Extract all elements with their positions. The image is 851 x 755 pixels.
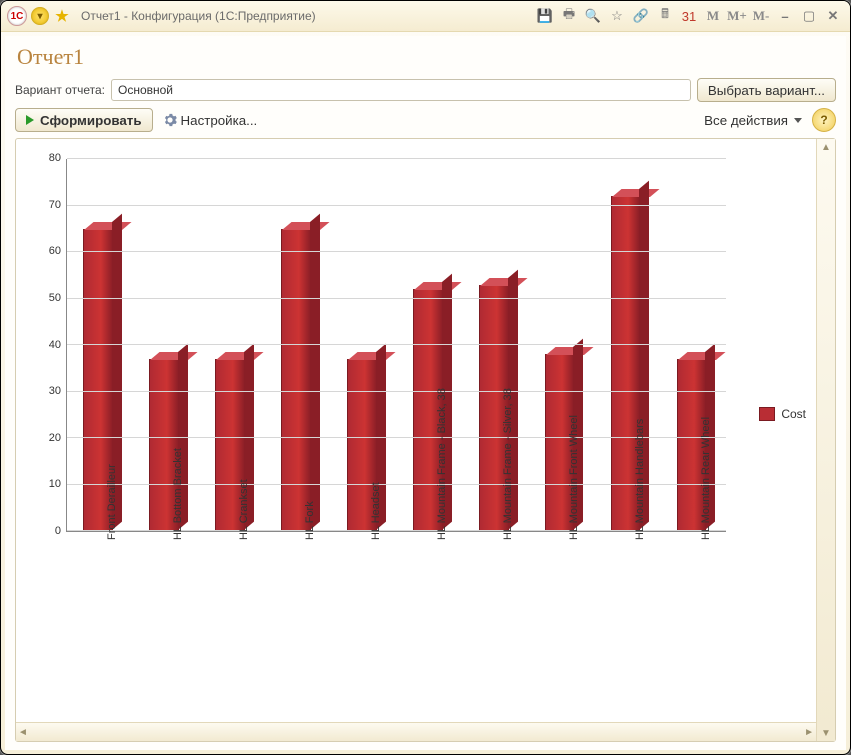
y-tick-label: 70: [31, 199, 61, 211]
window-title: Отчет1 - Конфигурация (1С:Предприятие): [81, 9, 530, 23]
settings-label: Настройка...: [181, 113, 258, 128]
all-actions-button[interactable]: Все действия: [700, 108, 806, 132]
memory-mminus-button[interactable]: M-: [750, 5, 772, 27]
horizontal-scrollbar[interactable]: ◄ ►: [16, 722, 816, 741]
app-logo-icon: 1C: [7, 6, 27, 26]
window-menu-icon[interactable]: ▾: [31, 7, 49, 25]
scroll-up-icon[interactable]: ▲: [817, 139, 835, 155]
variant-row: Вариант отчета: Выбрать вариант...: [15, 78, 836, 102]
vertical-scrollbar[interactable]: ▲ ▼: [816, 139, 835, 741]
grid-line: [67, 298, 726, 299]
scroll-right-icon[interactable]: ►: [804, 727, 814, 738]
memory-m-button[interactable]: M: [702, 5, 724, 27]
favorite-icon[interactable]: ★: [53, 7, 71, 25]
calc-icon[interactable]: 🖩: [654, 5, 676, 27]
app-window: 1C ▾ ★ Отчет1 - Конфигурация (1С:Предпри…: [0, 0, 851, 755]
save-icon[interactable]: 💾: [534, 5, 556, 27]
titlebar-tray: 💾 🖶 🔍 ☆ 🔗 🖩 31 M M+ M- – ▢ ✕: [534, 5, 844, 27]
play-icon: [26, 115, 34, 125]
memory-mplus-button[interactable]: M+: [726, 5, 748, 27]
y-tick-label: 50: [31, 292, 61, 304]
all-actions-label: Все действия: [704, 113, 788, 128]
page-title: Отчет1: [17, 44, 836, 70]
titlebar: 1C ▾ ★ Отчет1 - Конфигурация (1С:Предпри…: [1, 1, 850, 32]
settings-button[interactable]: Настройка...: [159, 108, 262, 132]
close-button[interactable]: ✕: [822, 5, 844, 27]
y-tick-label: 80: [31, 152, 61, 164]
grid-line: [67, 344, 726, 345]
calendar-icon[interactable]: 31: [678, 5, 700, 27]
link-icon[interactable]: 🔗: [630, 5, 652, 27]
scroll-down-icon[interactable]: ▼: [817, 725, 835, 741]
y-tick-label: 20: [31, 432, 61, 444]
gear-icon: [163, 113, 177, 127]
chart-area: Cost Front DerailleurHL Bottom BracketHL…: [16, 139, 816, 722]
y-tick-label: 40: [31, 339, 61, 351]
y-tick-label: 10: [31, 478, 61, 490]
toolbar-row: Сформировать Настройка... Все действия ?: [15, 108, 836, 132]
print-icon[interactable]: 🖶: [558, 5, 580, 27]
help-button[interactable]: ?: [812, 108, 836, 132]
preview-icon[interactable]: 🔍: [582, 5, 604, 27]
chart-container: Cost Front DerailleurHL Bottom BracketHL…: [15, 138, 836, 742]
y-tick-label: 0: [31, 525, 61, 537]
choose-variant-label: Выбрать вариант...: [708, 83, 825, 98]
grid-line: [67, 205, 726, 206]
chart-inner: Cost Front DerailleurHL Bottom BracketHL…: [16, 139, 816, 741]
chevron-down-icon: [794, 118, 802, 123]
y-tick-label: 60: [31, 245, 61, 257]
run-report-button[interactable]: Сформировать: [15, 108, 153, 132]
content-area: Отчет1 Вариант отчета: Выбрать вариант..…: [5, 36, 846, 750]
star-icon[interactable]: ☆: [606, 5, 628, 27]
variant-label: Вариант отчета:: [15, 83, 105, 97]
grid-line: [67, 158, 726, 159]
grid-line: [67, 251, 726, 252]
maximize-button[interactable]: ▢: [798, 5, 820, 27]
choose-variant-button[interactable]: Выбрать вариант...: [697, 78, 836, 102]
variant-input[interactable]: [111, 79, 691, 101]
run-report-label: Сформировать: [40, 113, 142, 128]
help-label: ?: [820, 113, 827, 127]
scroll-left-icon[interactable]: ◄: [18, 727, 28, 738]
y-tick-label: 30: [31, 385, 61, 397]
minimize-button[interactable]: –: [774, 5, 796, 27]
